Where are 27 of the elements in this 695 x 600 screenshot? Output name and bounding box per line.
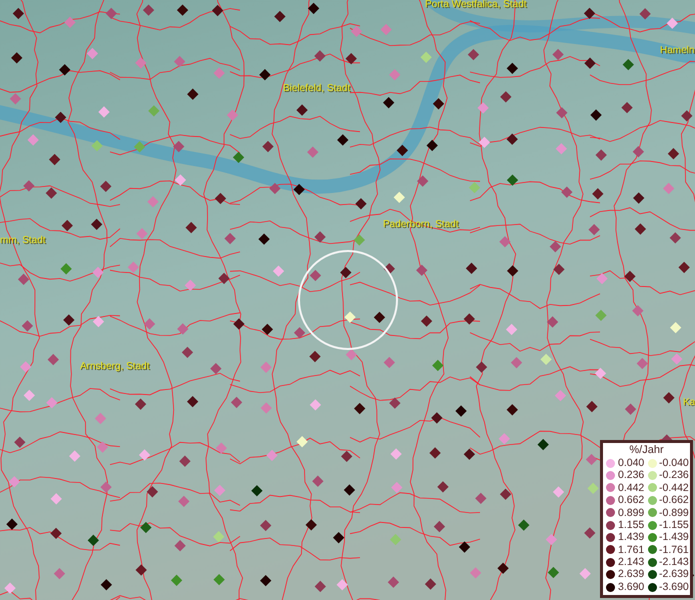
legend-value: 0.040: [618, 458, 644, 468]
legend-title: %/Jahr: [628, 443, 665, 457]
legend-value: -0.442: [659, 482, 689, 494]
legend-value: 0.236: [618, 470, 644, 481]
legend-value: -0.236: [659, 470, 689, 481]
legend-value: -0.899: [659, 508, 689, 518]
legend-value: 1.439: [618, 532, 644, 543]
legend-value: -0.040: [659, 458, 689, 468]
place-label: Ka: [683, 398, 695, 408]
legend-value: 1.155: [618, 520, 644, 530]
legend-value: -2.143: [659, 557, 689, 568]
legend-value: 3.690: [618, 582, 644, 592]
legend-value: -1.439: [659, 532, 689, 543]
legend-value: -1.155: [659, 520, 689, 530]
legend-value: 0.442: [618, 482, 644, 494]
legend-value: 0.662: [618, 495, 644, 506]
place-label: Hameln: [660, 46, 694, 56]
place-label: Bielefeld, Stadt: [283, 84, 350, 94]
legend-value: 2.639: [618, 569, 644, 580]
legend-value: -0.662: [659, 495, 689, 506]
legend-value: -1.761: [659, 544, 689, 556]
legend-value: 2.143: [618, 557, 644, 568]
place-label: Arnsberg, Stadt: [80, 362, 150, 372]
legend-value: -3.690: [659, 582, 689, 592]
legend-value: 0.899: [618, 508, 644, 518]
legend-value: -2.639: [659, 569, 689, 580]
legend-value: 1.761: [618, 544, 644, 556]
